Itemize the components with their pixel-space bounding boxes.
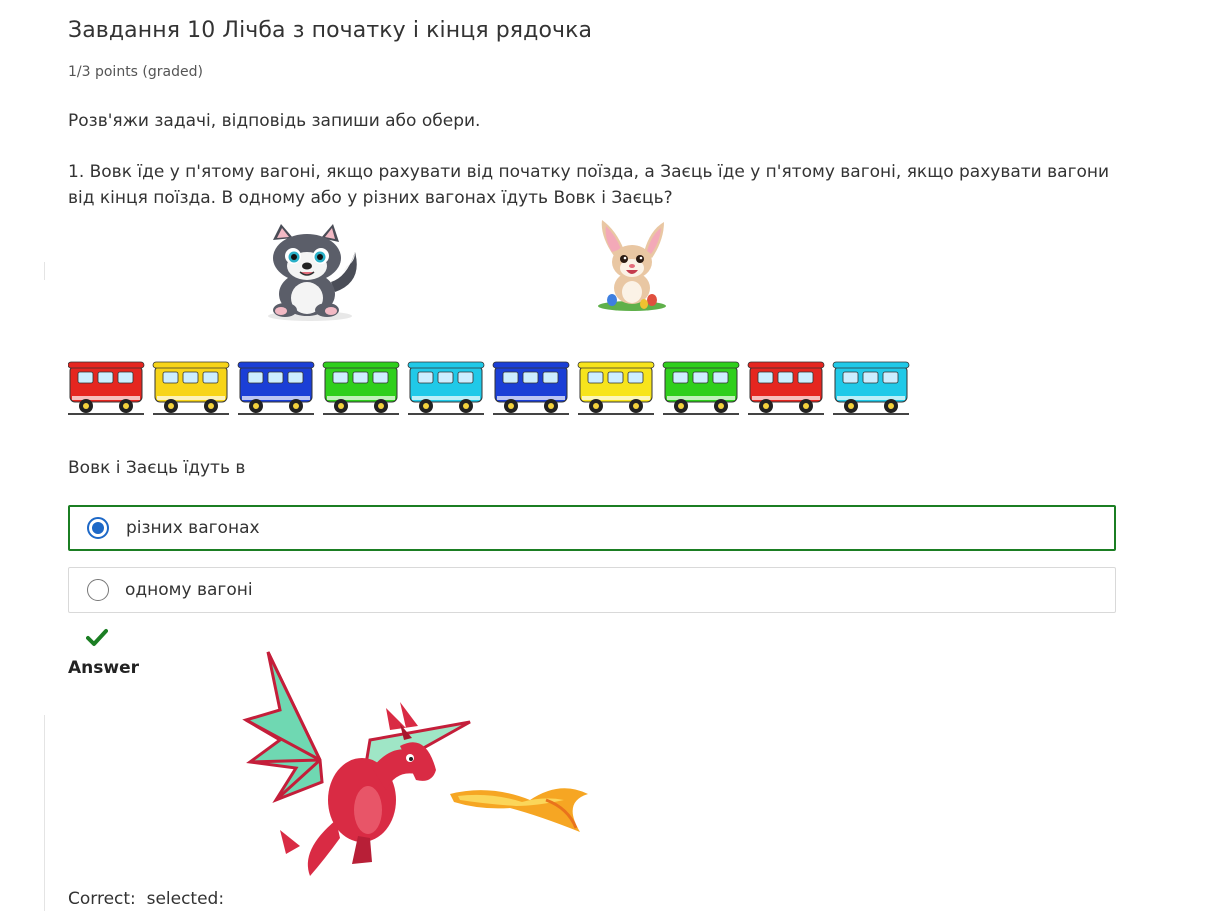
train-car-icon [322, 361, 400, 415]
answer-heading: Answer [68, 658, 139, 678]
instruction-text: Розв'яжи задачі, відповідь запиши або об… [68, 111, 481, 131]
answer-prompt: Вовк і Заєць їдуть в [68, 458, 246, 478]
rabbit-illustration [598, 220, 666, 311]
radio-empty-icon[interactable] [87, 579, 109, 601]
checkmark-icon [86, 629, 108, 646]
train-car-icon [662, 361, 740, 415]
train-car-icon [747, 361, 825, 415]
question-text: 1. Вовк їде у п'ятому вагоні, якщо рахув… [68, 162, 1110, 208]
left-edge-line-lower [44, 715, 45, 911]
correct-status: Correct: selected: [68, 889, 225, 909]
train-car-icon [407, 361, 485, 415]
train-car-icon [68, 361, 145, 415]
option-different-cars[interactable]: різних вагонах [68, 505, 1116, 551]
train-illustration [68, 361, 910, 415]
train-car-icon [577, 361, 655, 415]
option-label: одному вагоні [125, 580, 253, 600]
option-same-car[interactable]: одному вагоні [68, 567, 1116, 613]
train-car-icon [237, 361, 315, 415]
problem-title: Завдання 10 Лічба з початку і кінця рядо… [68, 18, 593, 43]
option-label: різних вагонах [126, 518, 260, 538]
left-edge-line [44, 262, 45, 280]
points-status: 1/3 points (graded) [68, 64, 203, 80]
wolf-illustration [268, 224, 357, 321]
train-car-icon [152, 361, 230, 415]
train-car-icon [832, 361, 910, 415]
train-car-icon [492, 361, 570, 415]
radio-selected-icon[interactable] [87, 517, 109, 539]
dragon-illustration [242, 651, 588, 876]
